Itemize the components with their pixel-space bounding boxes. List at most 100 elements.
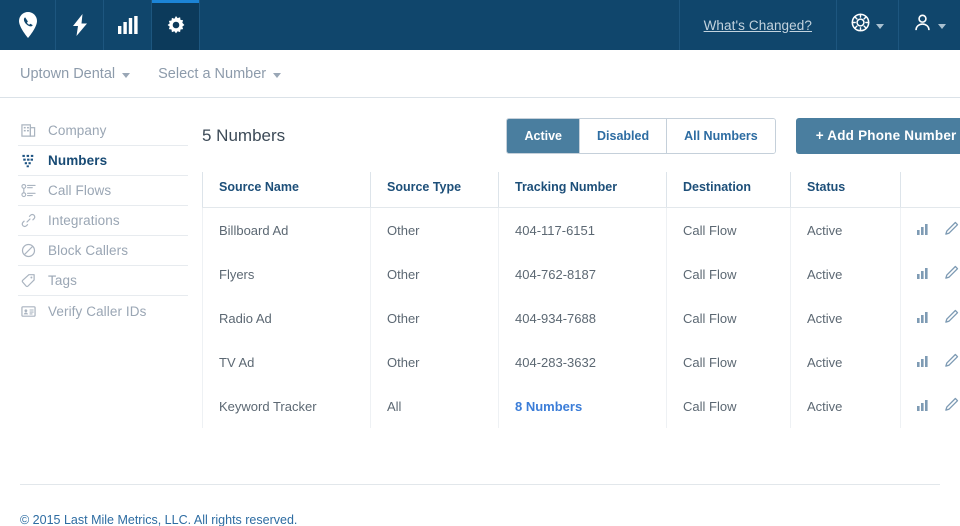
- pencil-edit-icon[interactable]: [944, 397, 959, 415]
- add-phone-number-button[interactable]: + Add Phone Number: [795, 118, 960, 154]
- column-header-actions: [900, 172, 960, 208]
- cell-source-name: Keyword Tracker: [202, 384, 371, 428]
- keypad-icon: [20, 153, 36, 169]
- cell-destination: Call Flow: [666, 296, 791, 340]
- cell-tracking-number: 404-283-3632: [498, 340, 667, 384]
- nav-tab-settings[interactable]: [152, 0, 200, 50]
- cell-source-name: TV Ad: [202, 340, 371, 384]
- table-row[interactable]: Radio Ad Other 404-934-7688 Call Flow Ac…: [202, 296, 960, 340]
- bar-chart-icon[interactable]: [917, 310, 931, 326]
- cell-actions: [900, 384, 960, 428]
- sidebar-item-label: Numbers: [48, 153, 108, 168]
- column-header-tracking-number[interactable]: Tracking Number: [498, 172, 667, 208]
- cell-tracking-number: 404-934-7688: [498, 296, 667, 340]
- bar-chart-icon[interactable]: [917, 266, 931, 282]
- main-content: 5 Numbers Active Disabled All Numbers + …: [188, 116, 960, 428]
- support-menu-button[interactable]: [836, 0, 898, 50]
- bar-chart-icon: [117, 16, 138, 34]
- cell-tracking-number: 404-762-8187: [498, 252, 667, 296]
- sidebar-item-label: Tags: [48, 273, 77, 288]
- sidebar-item-label: Integrations: [48, 213, 120, 228]
- page-body: Company Numbers Call Flows Integrations …: [0, 98, 960, 428]
- status-filter-group: Active Disabled All Numbers: [506, 118, 776, 154]
- table-row[interactable]: Billboard Ad Other 404-117-6151 Call Flo…: [202, 207, 960, 252]
- copyright-text: © 2015 Last Mile Metrics, LLC. All right…: [20, 513, 298, 526]
- top-navigation-bar: What's Changed?: [0, 0, 960, 50]
- cell-actions: [900, 296, 960, 340]
- link-icon: [20, 213, 36, 229]
- bar-chart-icon[interactable]: [917, 354, 931, 370]
- sidebar-item-label: Call Flows: [48, 183, 112, 198]
- tracking-numbers-link[interactable]: 8 Numbers: [515, 399, 582, 414]
- cell-status: Active: [790, 207, 901, 252]
- sidebar-item-company[interactable]: Company: [18, 116, 188, 146]
- nav-tab-activity[interactable]: [56, 0, 104, 50]
- breadcrumb-number-label: Select a Number: [158, 65, 267, 82]
- cell-status: Active: [790, 384, 901, 428]
- id-card-icon: [20, 303, 36, 319]
- filter-active-button[interactable]: Active: [507, 119, 580, 153]
- cell-tracking-number: 8 Numbers: [498, 384, 667, 428]
- pencil-edit-icon[interactable]: [944, 353, 959, 371]
- nav-tab-reports[interactable]: [104, 0, 152, 50]
- sidebar-item-verify-caller-ids[interactable]: Verify Caller IDs: [18, 296, 188, 326]
- cell-source-name: Billboard Ad: [202, 207, 371, 252]
- content-header: 5 Numbers Active Disabled All Numbers + …: [202, 116, 960, 156]
- cell-source-type: Other: [370, 252, 499, 296]
- column-header-source-name[interactable]: Source Name: [202, 172, 371, 208]
- cell-actions: [900, 207, 960, 252]
- table-row[interactable]: TV Ad Other 404-283-3632 Call Flow Activ…: [202, 340, 960, 384]
- account-menu-button[interactable]: [898, 0, 960, 50]
- cell-destination: Call Flow: [666, 252, 791, 296]
- cell-source-type: Other: [370, 340, 499, 384]
- sidebar-item-integrations[interactable]: Integrations: [18, 206, 188, 236]
- sidebar-item-label: Block Callers: [48, 243, 129, 258]
- pencil-edit-icon[interactable]: [944, 265, 959, 283]
- filter-all-numbers-button[interactable]: All Numbers: [667, 119, 775, 153]
- column-header-source-type[interactable]: Source Type: [370, 172, 499, 208]
- sidebar-item-tags[interactable]: Tags: [18, 266, 188, 296]
- cell-destination: Call Flow: [666, 207, 791, 252]
- ban-icon: [20, 243, 36, 259]
- sidebar-item-block-callers[interactable]: Block Callers: [18, 236, 188, 266]
- chevron-down-icon: [876, 23, 884, 29]
- cell-source-name: Radio Ad: [202, 296, 371, 340]
- bar-chart-icon[interactable]: [917, 222, 931, 238]
- pencil-edit-icon[interactable]: [944, 221, 959, 239]
- cell-tracking-number: 404-117-6151: [498, 207, 667, 252]
- chevron-down-icon: [273, 72, 282, 78]
- whats-changed-link[interactable]: What's Changed?: [704, 18, 812, 33]
- table-row[interactable]: Keyword Tracker All 8 Numbers Call Flow …: [202, 384, 960, 428]
- nav-tab-logo[interactable]: [0, 0, 56, 50]
- sidebar-item-numbers[interactable]: Numbers: [18, 146, 188, 176]
- breadcrumb-account-selector[interactable]: Uptown Dental: [20, 66, 131, 82]
- breadcrumb-number-selector[interactable]: Select a Number: [158, 65, 282, 82]
- cell-status: Active: [790, 296, 901, 340]
- sidebar-item-call-flows[interactable]: Call Flows: [18, 176, 188, 206]
- table-row[interactable]: Flyers Other 404-762-8187 Call Flow Acti…: [202, 252, 960, 296]
- top-nav-tab-group: [0, 0, 200, 50]
- person-icon: [913, 13, 932, 37]
- top-nav-spacer: [200, 0, 679, 50]
- tag-icon: [20, 273, 36, 289]
- content-header-actions: Active Disabled All Numbers + Add Phone …: [506, 118, 960, 154]
- sidebar-navigation: Company Numbers Call Flows Integrations …: [0, 116, 188, 428]
- page-title: 5 Numbers: [202, 126, 286, 145]
- column-header-status[interactable]: Status: [790, 172, 901, 208]
- pencil-edit-icon[interactable]: [944, 309, 959, 327]
- gear-icon: [166, 15, 186, 35]
- cell-source-type: Other: [370, 207, 499, 252]
- cell-source-type: All: [370, 384, 499, 428]
- cell-status: Active: [790, 340, 901, 384]
- cell-actions: [900, 340, 960, 384]
- cell-source-type: Other: [370, 296, 499, 340]
- chevron-down-icon: [122, 72, 131, 78]
- flow-list-icon: [20, 183, 36, 199]
- cell-status: Active: [790, 252, 901, 296]
- cell-actions: [900, 252, 960, 296]
- filter-disabled-button[interactable]: Disabled: [580, 119, 668, 153]
- bar-chart-icon[interactable]: [917, 398, 931, 414]
- column-header-destination[interactable]: Destination: [666, 172, 791, 208]
- life-ring-icon: [851, 13, 870, 37]
- breadcrumb: Uptown Dental Select a Number: [0, 50, 960, 98]
